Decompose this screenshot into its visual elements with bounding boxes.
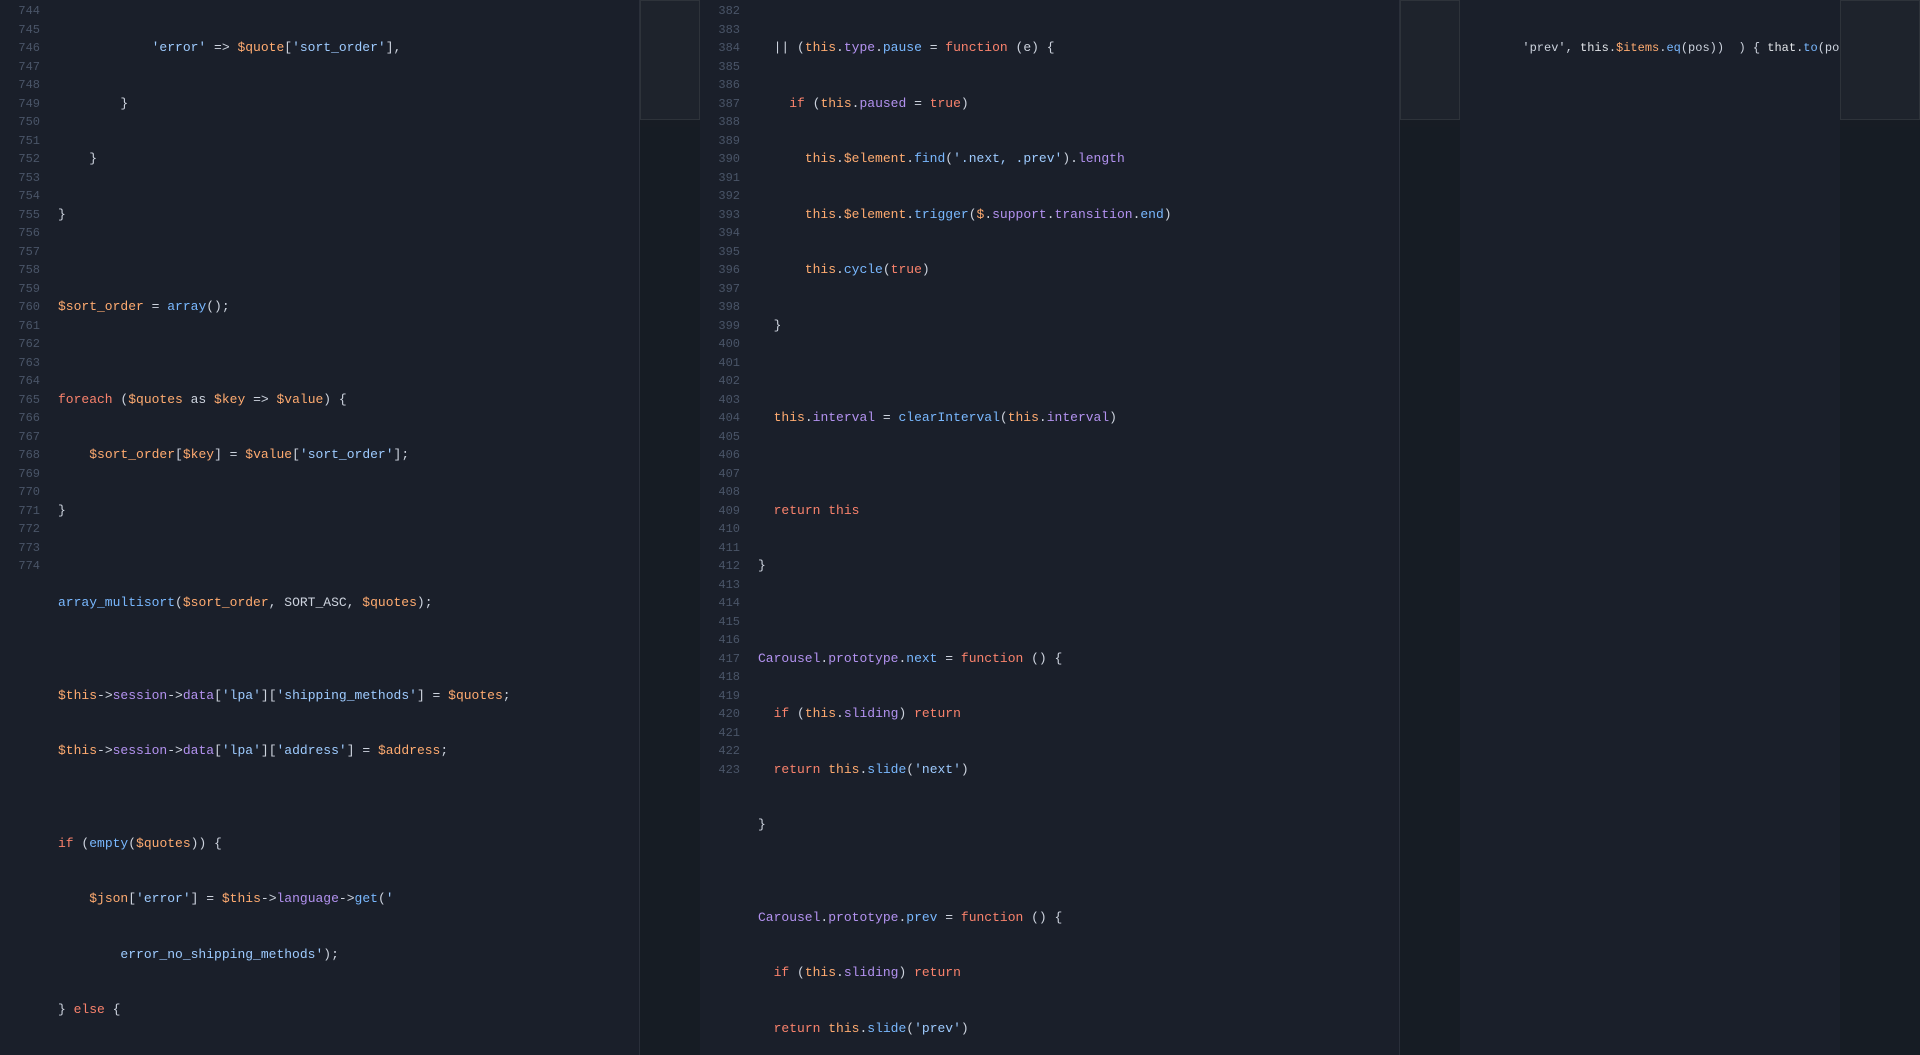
middle-code-content[interactable]: || (this.type.pause = function (e) { if …	[750, 0, 1399, 1055]
middle-code-panel: 382 383 384 385 386 387 388 389 390 391 …	[700, 0, 1400, 1055]
editor-container: 744 745 746 747 748 749 750 751 752 753 …	[0, 0, 1920, 1055]
minimap-left[interactable]	[640, 0, 700, 1055]
left-line-numbers: 744 745 746 747 748 749 750 751 752 753 …	[0, 0, 50, 1055]
left-code-content[interactable]: 'error' => $quote['sort_order'], } } } $…	[50, 0, 639, 1055]
right-line-numbers	[1460, 0, 1500, 1055]
left-code-panel: 744 745 746 747 748 749 750 751 752 753 …	[0, 0, 640, 1055]
minimap-viewport-middle	[1400, 0, 1460, 120]
minimap-viewport-right	[1840, 0, 1920, 120]
right-code-panel: 'prev', this.$items.eq(pos)) ) { that.to…	[1460, 0, 1840, 1055]
minimap-middle[interactable]	[1400, 0, 1460, 1055]
minimap-right[interactable]	[1840, 0, 1920, 1055]
minimap-viewport-left	[640, 0, 700, 120]
middle-line-numbers: 382 383 384 385 386 387 388 389 390 391 …	[700, 0, 750, 1055]
right-code-content[interactable]: 'prev', this.$items.eq(pos)) ) { that.to…	[1500, 0, 1840, 1055]
